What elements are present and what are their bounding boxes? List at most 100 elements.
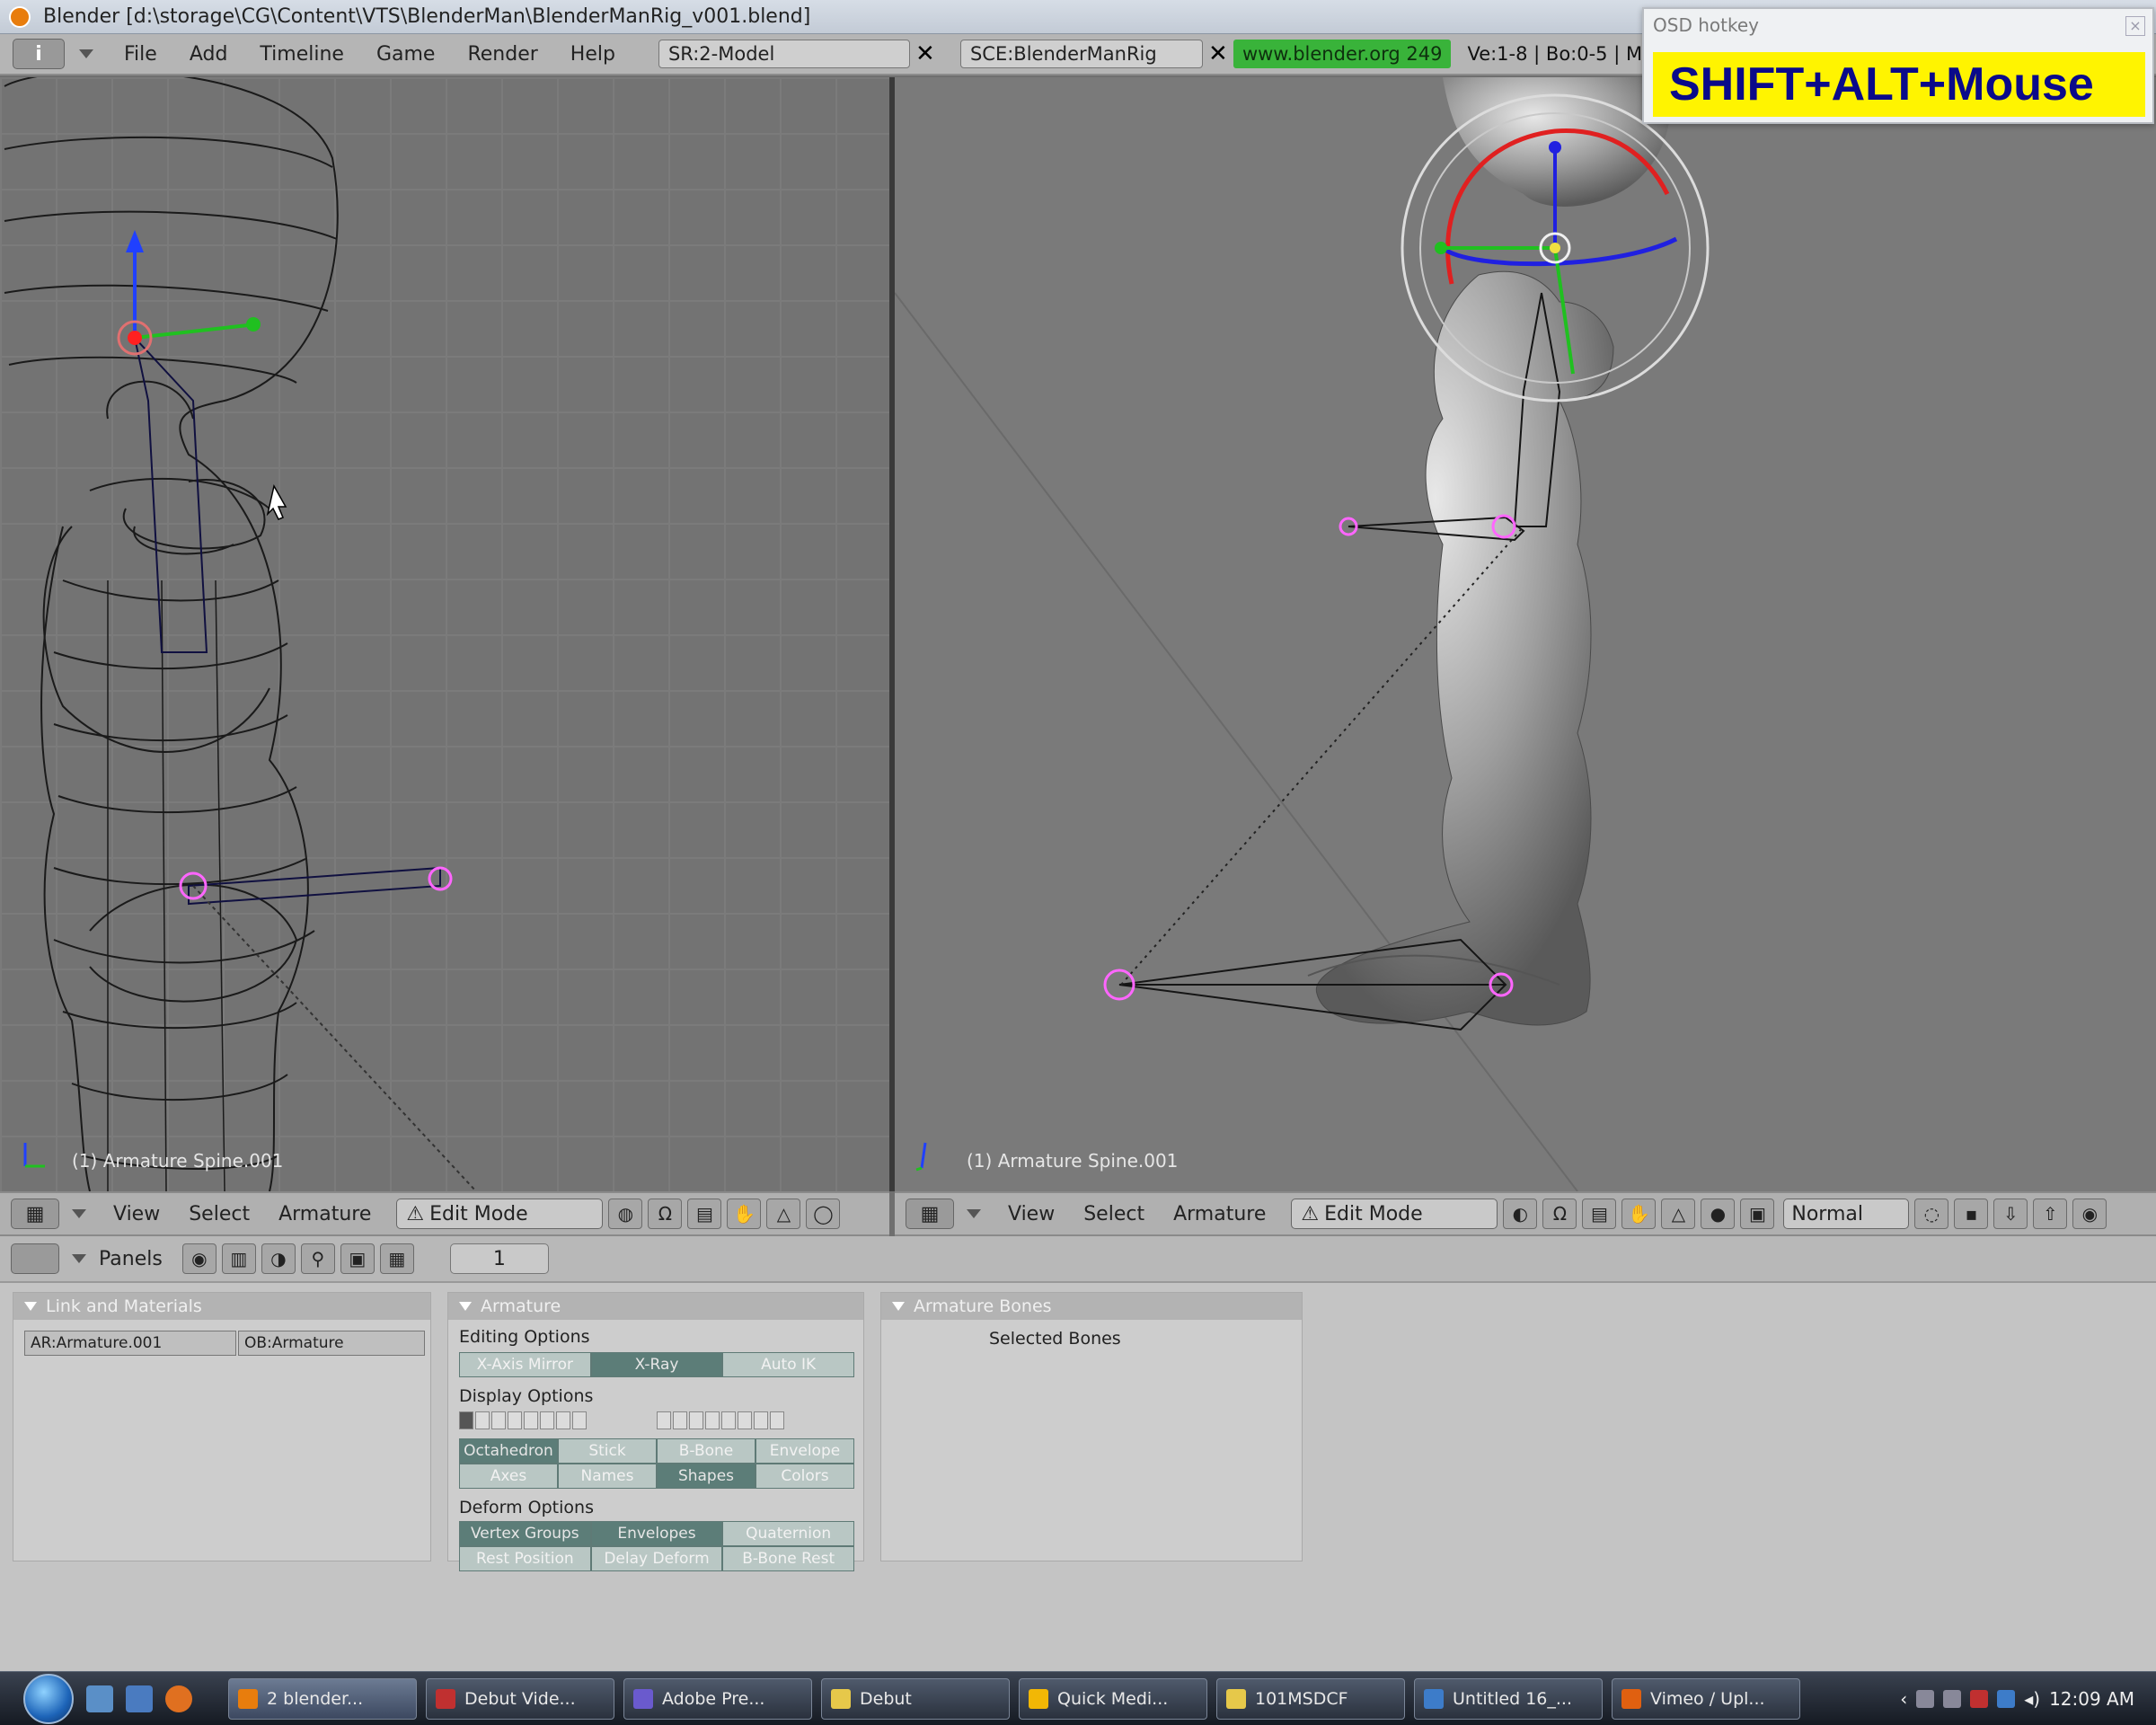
axes-button[interactable]: Axes xyxy=(459,1464,558,1489)
script-icon[interactable]: ▥ xyxy=(221,1243,256,1274)
collapse-menus-icon[interactable] xyxy=(79,49,93,58)
tray-globe-icon[interactable] xyxy=(1997,1690,2016,1708)
firefox-icon[interactable] xyxy=(165,1685,192,1712)
taskbar-button[interactable]: 101MSDCF xyxy=(1216,1677,1405,1720)
hand-icon[interactable]: ✋ xyxy=(727,1199,762,1229)
taskbar-button[interactable]: Debut Vide... xyxy=(426,1677,614,1720)
taskbar-button[interactable]: Untitled 16_... xyxy=(1414,1677,1603,1720)
mode-selector-right[interactable]: ⚠ Edit Mode xyxy=(1291,1199,1498,1229)
delete-scene-button[interactable]: ✕ xyxy=(1203,40,1233,68)
collapse-icon[interactable] xyxy=(72,1209,86,1218)
auto-ik-button[interactable]: Auto IK xyxy=(722,1352,855,1377)
clock[interactable]: 12:09 AM xyxy=(2049,1688,2134,1710)
object-name-field[interactable]: OB:Armature xyxy=(238,1331,425,1356)
render-icon[interactable]: ▪ xyxy=(1954,1199,1989,1229)
collapse-right-icon[interactable] xyxy=(967,1209,981,1218)
envelope-button[interactable]: Envelope xyxy=(755,1438,854,1464)
quaternion-button[interactable]: Quaternion xyxy=(722,1521,855,1546)
menu-render[interactable]: Render xyxy=(451,43,553,66)
switch-windows-icon[interactable] xyxy=(126,1685,153,1712)
menu-view[interactable]: View xyxy=(99,1203,174,1225)
shapes-button[interactable]: Shapes xyxy=(657,1464,755,1489)
x-ray-button[interactable]: X-Ray xyxy=(590,1352,723,1377)
screen-selector[interactable]: SR:2-Model xyxy=(658,40,910,68)
panel-bones-title[interactable]: Armature Bones xyxy=(881,1293,1302,1320)
delete-screen-button[interactable]: ✕ xyxy=(910,40,941,68)
tray-app-icon[interactable] xyxy=(1943,1690,1962,1708)
blender-link[interactable]: www.blender.org 249 xyxy=(1233,40,1452,68)
menu-select-right[interactable]: Select xyxy=(1069,1203,1159,1225)
osd-close-icon[interactable]: × xyxy=(2125,16,2145,36)
rest-position-button[interactable]: Rest Position xyxy=(459,1546,591,1571)
editing-icon[interactable]: ▣ xyxy=(340,1243,375,1274)
menu-armature-right[interactable]: Armature xyxy=(1159,1203,1280,1225)
taskbar-button[interactable]: Quick Medi... xyxy=(1019,1677,1207,1720)
taskbar-button[interactable]: 2 blender... xyxy=(228,1677,417,1720)
editor-type-3dview-icon[interactable]: ▦ xyxy=(11,1199,59,1229)
menu-timeline[interactable]: Timeline xyxy=(243,43,360,66)
mode-selector[interactable]: ⚠ Edit Mode xyxy=(396,1199,604,1229)
magnet-icon[interactable]: Ω xyxy=(648,1199,683,1229)
bone-layers-b[interactable] xyxy=(657,1411,784,1431)
warning-right-icon[interactable]: △ xyxy=(1661,1199,1696,1229)
grid-icon[interactable]: ▣ xyxy=(1740,1199,1775,1229)
octahedron-button[interactable]: Octahedron xyxy=(459,1438,558,1464)
tray-record-icon[interactable] xyxy=(1970,1690,1989,1708)
menu-armature[interactable]: Armature xyxy=(264,1203,385,1225)
armature-data-field[interactable]: AR:Armature.001 xyxy=(24,1331,236,1356)
vertex-groups-button[interactable]: Vertex Groups xyxy=(459,1521,591,1546)
editor-type-info-icon[interactable]: i xyxy=(13,39,65,69)
b-bone-button[interactable]: B-Bone xyxy=(657,1438,755,1464)
scene-selector[interactable]: SCE:BlenderManRig xyxy=(959,40,1203,68)
delay-deform-button[interactable]: Delay Deform xyxy=(590,1546,723,1571)
record-icon[interactable]: ◯ xyxy=(806,1199,841,1229)
panel-link-materials: Link and Materials AR:Armature.001 OB:Ar… xyxy=(13,1292,431,1561)
colors-button[interactable]: Colors xyxy=(755,1464,854,1489)
arrow-down-icon[interactable]: ⇩ xyxy=(1993,1199,2028,1229)
tray-volume-icon[interactable]: ◂) xyxy=(2024,1688,2040,1710)
menu-add[interactable]: Add xyxy=(173,43,244,66)
show-desktop-icon[interactable] xyxy=(86,1685,113,1712)
arrow-up-icon[interactable]: ⇧ xyxy=(2033,1199,2068,1229)
layers-icon[interactable]: ▤ xyxy=(687,1199,722,1229)
menu-help[interactable]: Help xyxy=(554,43,632,66)
viewport-right[interactable]: (1) Armature Spine.001 xyxy=(895,77,2156,1191)
globe-icon[interactable]: ● xyxy=(1701,1199,1736,1229)
hand-right-icon[interactable]: ✋ xyxy=(1621,1199,1657,1229)
tray-chevron-icon[interactable]: ‹ xyxy=(1900,1688,1907,1710)
menu-select[interactable]: Select xyxy=(174,1203,264,1225)
envelopes-button[interactable]: Envelopes xyxy=(590,1521,723,1546)
menu-game[interactable]: Game xyxy=(360,43,452,66)
panel-armature-title[interactable]: Armature xyxy=(448,1293,863,1320)
object-icon[interactable]: ⚲ xyxy=(300,1243,335,1274)
editor-type-3dview-right-icon[interactable]: ▦ xyxy=(906,1199,954,1229)
pivot-icon[interactable]: ◌ xyxy=(1914,1199,1949,1229)
editor-type-buttons-icon[interactable] xyxy=(11,1243,59,1274)
b-bone-rest-button[interactable]: B-Bone Rest xyxy=(722,1546,855,1571)
taskbar-button[interactable]: Debut xyxy=(821,1677,1010,1720)
logic-icon[interactable]: ◉ xyxy=(181,1243,216,1274)
tray-network-icon[interactable] xyxy=(1916,1690,1935,1708)
start-button[interactable] xyxy=(23,1673,74,1724)
menu-file[interactable]: File xyxy=(108,43,173,66)
layers-right-icon[interactable]: ▤ xyxy=(1582,1199,1617,1229)
panel-link-title[interactable]: Link and Materials xyxy=(13,1293,430,1320)
bone-layers-a[interactable] xyxy=(459,1411,587,1431)
collapse-buttons-icon[interactable] xyxy=(72,1254,86,1263)
taskbar-button[interactable]: Adobe Pre... xyxy=(623,1677,812,1720)
x-axis-mirror-button[interactable]: X-Axis Mirror xyxy=(459,1352,591,1377)
menu-view-right[interactable]: View xyxy=(994,1203,1069,1225)
stick-button[interactable]: Stick xyxy=(558,1438,657,1464)
draw-type-icon[interactable]: ◍ xyxy=(608,1199,643,1229)
camera-icon[interactable]: ◉ xyxy=(2072,1199,2107,1229)
frame-number-field[interactable]: 1 xyxy=(449,1243,549,1274)
names-button[interactable]: Names xyxy=(558,1464,657,1489)
warning-icon[interactable]: △ xyxy=(766,1199,801,1229)
shading-panel-icon[interactable]: ◑ xyxy=(261,1243,296,1274)
viewport-left[interactable]: (1) Armature Spine.001 xyxy=(0,77,889,1191)
shading-icon[interactable]: ◐ xyxy=(1503,1199,1538,1229)
scene-icon[interactable]: ▦ xyxy=(379,1243,414,1274)
magnet-right-icon[interactable]: Ω xyxy=(1542,1199,1577,1229)
orientation-selector[interactable]: Normal xyxy=(1783,1199,1910,1229)
taskbar-button[interactable]: Vimeo / Upl... xyxy=(1612,1677,1800,1720)
